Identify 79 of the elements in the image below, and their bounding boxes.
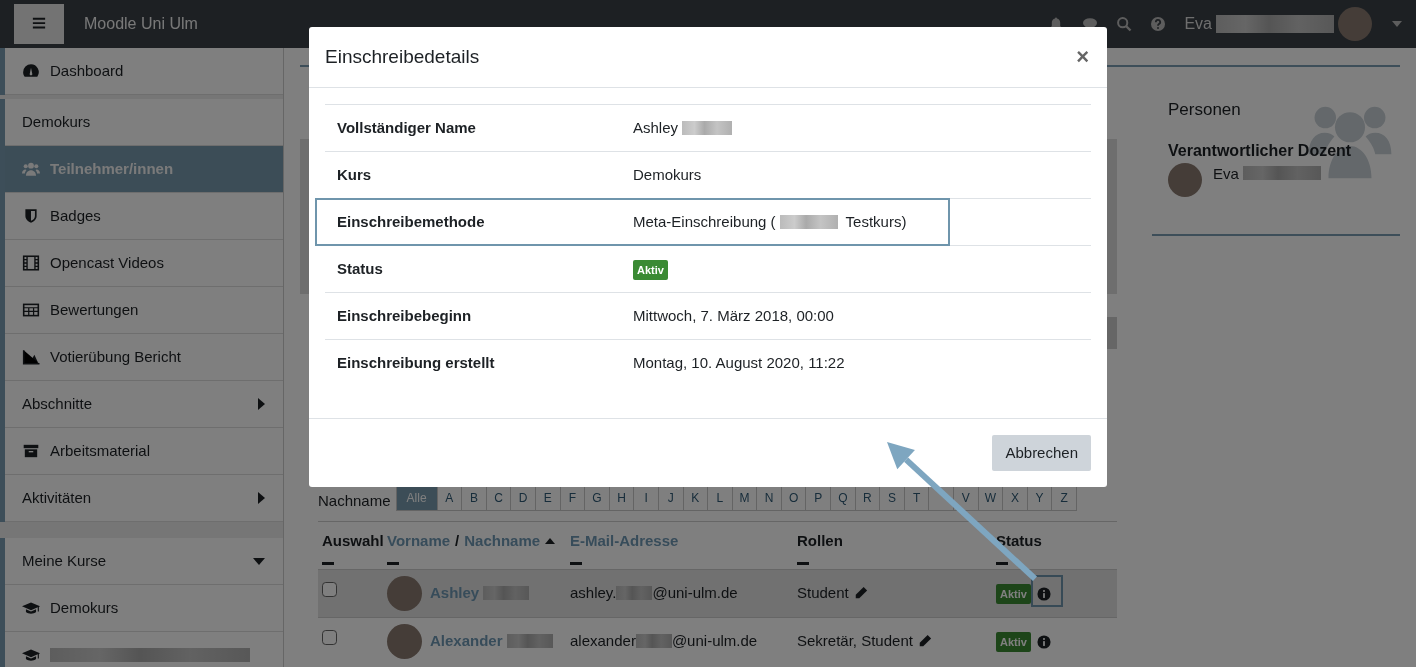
user-name-link[interactable]: Alexander (430, 629, 503, 653)
menu-button[interactable] (14, 4, 64, 44)
dialog-title: Einschreibedetails (325, 45, 480, 69)
pencil-icon[interactable] (853, 586, 868, 600)
collapse-icon[interactable] (570, 561, 582, 565)
field-value: Meta-Einschreibung ( (633, 211, 776, 232)
email-text: alexander (570, 630, 636, 651)
table-icon (22, 301, 40, 319)
info-icon[interactable] (1036, 587, 1051, 601)
field-value: Montag, 10. August 2020, 11:22 (633, 353, 845, 373)
area-chart-icon (22, 348, 40, 366)
sidebar-item[interactable]: Badges (5, 193, 283, 240)
shield-icon (22, 207, 40, 225)
help-icon[interactable] (1150, 16, 1167, 32)
field-label: Einschreibung erstellt (337, 354, 495, 371)
sidebar-item[interactable]: Demokurs (5, 585, 283, 632)
status-badge: Aktiv (633, 259, 668, 281)
person-name-link[interactable]: Eva (1213, 162, 1239, 185)
collapse-icon[interactable] (996, 561, 1008, 565)
role-heading: Verantwortlicher Dozent (1168, 140, 1353, 161)
user-name[interactable]: Eva (1184, 12, 1212, 36)
sidebar-item[interactable]: Demokurs (5, 99, 283, 146)
users-icon (22, 160, 40, 178)
sidebar-item[interactable]: Meine Kurse (5, 538, 283, 585)
blurred-text (635, 634, 672, 648)
select-checkbox[interactable] (322, 581, 337, 597)
collapse-icon[interactable] (387, 561, 399, 565)
pencil-icon[interactable] (917, 634, 932, 648)
field-value: Mittwoch, 7. März 2018, 00:00 (633, 305, 834, 326)
archive-icon (22, 442, 40, 460)
site-name[interactable]: Moodle Uni Ulm (84, 12, 198, 36)
avatar (387, 575, 422, 611)
caret-down-icon[interactable] (1392, 21, 1402, 27)
status-badge: Aktiv (996, 583, 1031, 605)
field-value: Ashley (633, 117, 679, 138)
gauge-icon (22, 62, 40, 80)
sidebar-item[interactable]: Aktivitäten (5, 475, 283, 522)
field-label: Status (337, 259, 383, 277)
sidebar-item[interactable]: Dashboard (5, 48, 283, 95)
column-header: Auswahl (322, 531, 384, 551)
close-button[interactable]: × (1074, 46, 1091, 68)
select-checkbox[interactable] (322, 629, 337, 645)
blurred-text (483, 586, 530, 600)
sidebar-item[interactable]: Arbeitsmaterial (5, 428, 283, 475)
menu-icon (31, 17, 47, 31)
role-text: Sekretär, Student (797, 630, 913, 651)
column-sort-link[interactable]: Vorname (387, 530, 451, 553)
field-value: Testkurs) (845, 211, 907, 232)
email-text: ashley. (570, 582, 617, 603)
column-header: Rollen (797, 531, 843, 551)
email-text: @uni-ulm.de (652, 582, 738, 603)
collapse-icon[interactable] (322, 561, 334, 565)
email-text: @uni-ulm.de (671, 630, 758, 651)
role-text: Student (797, 582, 849, 603)
field-value: Demokurs (633, 164, 702, 185)
film-icon (22, 254, 40, 272)
block-title: Personen (1168, 99, 1242, 121)
cancel-button[interactable]: Abbrechen (992, 435, 1091, 471)
sidebar-item[interactable]: Abschnitte (5, 381, 283, 428)
status-badge: Aktiv (996, 631, 1031, 653)
column-sort-link[interactable]: E-Mail-Adresse (570, 530, 679, 553)
avatar (387, 623, 422, 659)
collapse-icon[interactable] (797, 561, 809, 565)
field-label: Kurs (337, 165, 372, 183)
column-sort-link[interactable]: Nachname (464, 530, 541, 553)
filter-label: Nachname (318, 491, 391, 511)
field-label: Einschreibemethode (337, 212, 485, 230)
sidebar-item[interactable]: Bewertungen (5, 287, 283, 334)
sidebar-item[interactable]: Votierübung Bericht (5, 334, 283, 381)
field-label: Einschreibebeginn (337, 306, 472, 324)
avatar (1168, 162, 1202, 197)
field-label: Vollständiger Name (337, 118, 476, 136)
search-icon[interactable] (1116, 16, 1133, 32)
info-icon[interactable] (1036, 635, 1051, 649)
blurred-text (616, 586, 653, 600)
blurred-text (506, 634, 553, 648)
sidebar-item[interactable]: Opencast Videos (5, 240, 283, 287)
sort-ascending-icon[interactable] (545, 538, 556, 545)
column-header: / (455, 531, 460, 551)
